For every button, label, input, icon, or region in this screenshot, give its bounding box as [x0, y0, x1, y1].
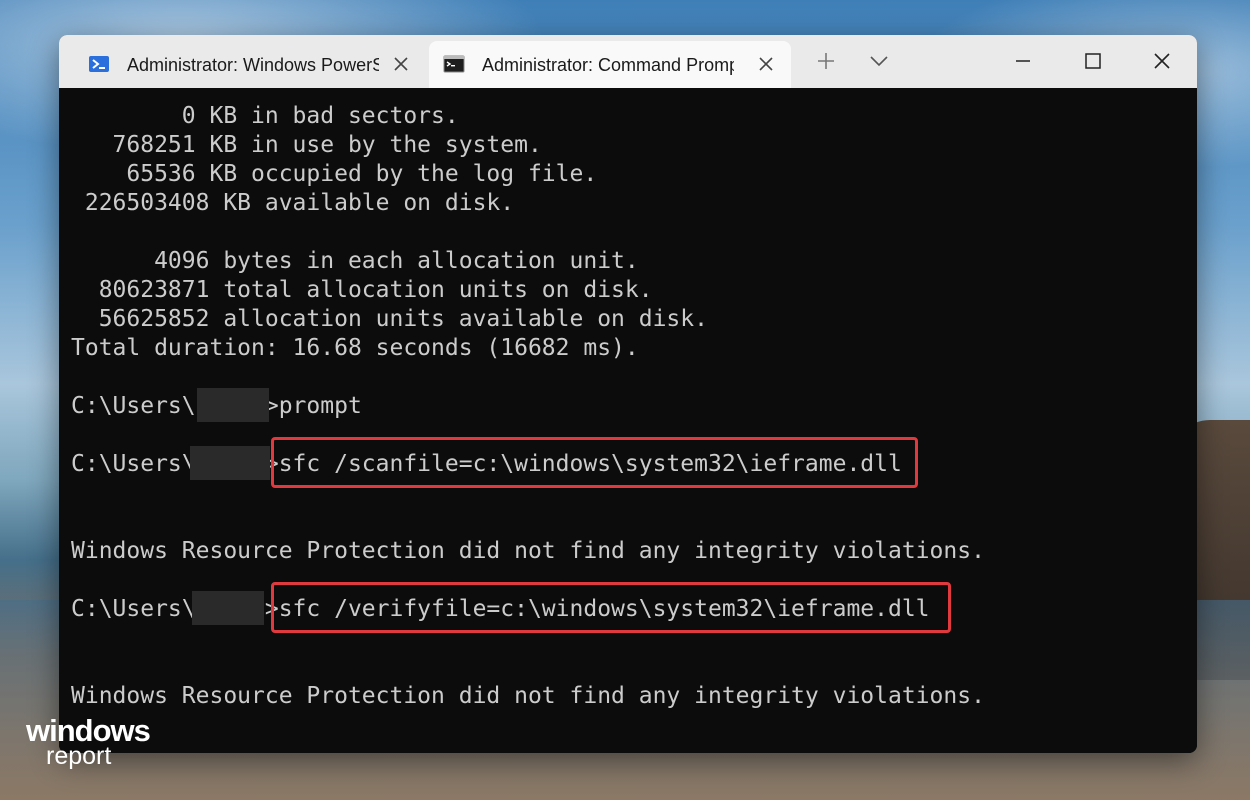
close-icon — [1151, 50, 1173, 76]
console-line: 65536 KB occupied by the log file. — [71, 161, 598, 187]
tab-powershell[interactable]: Administrator: Windows PowerS — [74, 41, 426, 88]
plus-icon — [815, 50, 837, 76]
console-line: 4096 bytes in each allocation unit. — [71, 248, 639, 274]
console-line: 226503408 KB available on disk. — [71, 190, 515, 216]
console-line: Windows Resource Protection did not find… — [71, 538, 985, 564]
windows-report-logo: windows report — [26, 714, 151, 771]
maximize-button[interactable] — [1070, 43, 1116, 83]
tab-title-powershell: Administrator: Windows PowerS — [127, 55, 379, 75]
chevron-down-icon — [868, 50, 890, 76]
command-prompt-icon — [443, 53, 465, 75]
console-line: 80623871 total allocation units on disk. — [71, 277, 653, 303]
console-line: Total duration: 16.68 seconds (16682 ms)… — [71, 335, 639, 361]
redacted-username — [190, 446, 270, 480]
close-icon[interactable] — [755, 53, 777, 75]
minimize-icon — [1012, 50, 1034, 76]
tab-command-prompt[interactable]: Administrator: Command Promp — [429, 41, 791, 88]
console-line: 56625852 allocation units available on d… — [71, 306, 708, 332]
close-icon[interactable] — [390, 53, 412, 75]
maximize-icon — [1082, 50, 1104, 76]
console-line: Windows Resource Protection did not find… — [71, 683, 985, 709]
highlight-verifyfile-command — [271, 582, 951, 633]
powershell-icon — [88, 53, 110, 75]
window-close-button[interactable] — [1139, 43, 1185, 83]
highlight-scanfile-command — [271, 437, 918, 488]
tab-title-command-prompt: Administrator: Command Promp — [482, 55, 734, 75]
console-line: 0 KB in bad sectors. — [71, 103, 459, 129]
tab-dropdown-button[interactable] — [856, 43, 902, 83]
minimize-button[interactable] — [1000, 43, 1046, 83]
new-tab-button[interactable] — [803, 43, 849, 83]
logo-line-report: report — [46, 742, 112, 770]
redacted-username — [192, 591, 264, 625]
terminal-window: Administrator: Windows PowerS Administra… — [59, 35, 1197, 753]
console-output[interactable]: 0 KB in bad sectors. 768251 KB in use by… — [59, 88, 1197, 753]
title-bar[interactable]: Administrator: Windows PowerS Administra… — [59, 35, 1197, 88]
redacted-username — [197, 388, 269, 422]
console-line: 768251 KB in use by the system. — [71, 132, 542, 158]
